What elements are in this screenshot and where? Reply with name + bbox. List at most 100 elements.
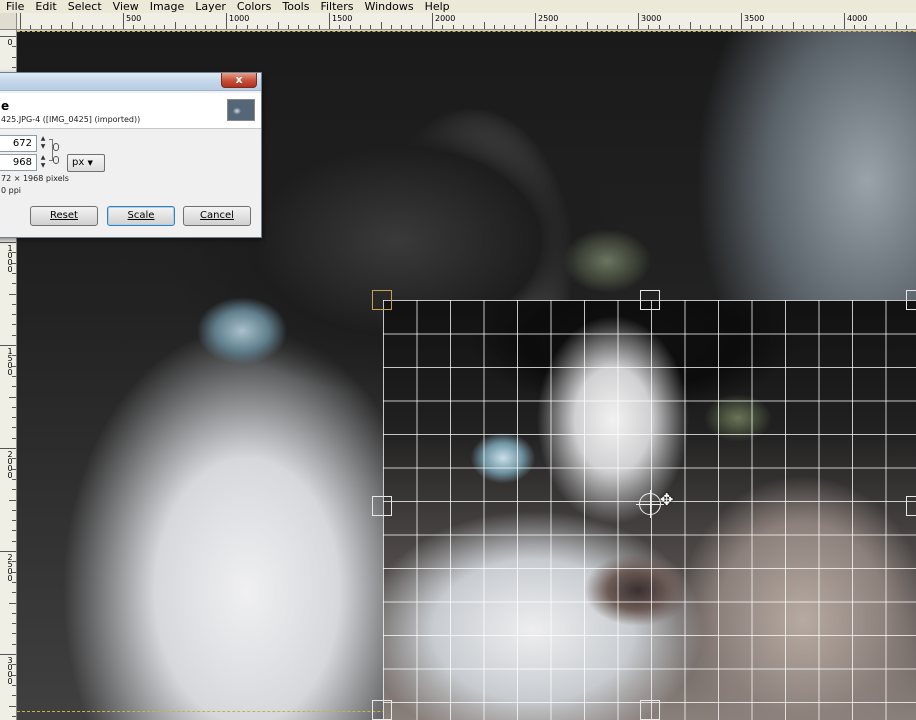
ruler-tick: [40, 25, 42, 29]
ruler-tick: [833, 25, 835, 29]
ruler-tick: [638, 13, 639, 29]
ruler-tick: [730, 25, 732, 29]
ruler-tick: [12, 427, 16, 429]
ruler-tick: [0, 448, 16, 449]
ruler-tick: [12, 386, 16, 388]
ruler-tick: [12, 530, 16, 532]
ruler-label: 2500: [7, 553, 13, 583]
ruler-tick: [12, 314, 16, 316]
ruler-tick: [12, 283, 16, 285]
dialog-titlebar[interactable]: x: [0, 73, 261, 91]
ruler-tick: [12, 623, 16, 625]
ruler-tick: [112, 25, 114, 29]
close-button[interactable]: x: [221, 73, 257, 88]
ruler-tick: [802, 25, 804, 29]
ruler-tick: [61, 25, 63, 29]
handle-top-right[interactable]: [906, 290, 916, 310]
spin-down-icon[interactable]: ▼: [39, 162, 47, 170]
ruler-tick: [298, 25, 300, 29]
menu-windows[interactable]: Windows: [358, 0, 418, 13]
ruler-tick: [226, 13, 227, 29]
spin-down-icon[interactable]: ▼: [39, 143, 47, 151]
ruler-tick: [586, 22, 588, 29]
handle-middle-right[interactable]: [906, 496, 916, 516]
ruler-label: 1000: [7, 244, 13, 274]
ruler-tick: [710, 25, 712, 29]
ruler-tick: [308, 25, 310, 29]
ruler-tick: [854, 25, 856, 29]
ruler-tick: [524, 25, 526, 29]
scale-button[interactable]: Scale: [107, 206, 175, 226]
ruler-tick: [339, 25, 341, 29]
menu-tools[interactable]: Tools: [276, 0, 314, 13]
chain-icon[interactable]: [53, 143, 59, 151]
ruler-label: 1000: [229, 14, 250, 23]
ruler-tick: [844, 13, 845, 29]
ruler-tick: [329, 13, 330, 29]
center-handle[interactable]: [636, 490, 664, 518]
ruler-tick: [215, 25, 217, 29]
handle-middle-left[interactable]: [372, 496, 392, 516]
spin-up-icon[interactable]: ▲: [39, 154, 47, 162]
ruler-tick: [555, 25, 557, 29]
handle-top-center[interactable]: [640, 290, 660, 310]
ruler-tick: [12, 581, 16, 583]
ruler-tick: [12, 406, 16, 408]
reset-button[interactable]: Reset: [30, 206, 98, 226]
chain-icon[interactable]: [53, 156, 59, 164]
ruler-tick: [12, 684, 16, 686]
height-input[interactable]: 968: [0, 154, 37, 171]
ruler-tick: [205, 25, 207, 29]
ruler-tick: [514, 25, 516, 29]
ruler-corner[interactable]: [0, 13, 17, 30]
height-spinner[interactable]: ▲ ▼: [39, 154, 47, 171]
reset-button-label: Reset: [50, 210, 78, 221]
menu-select[interactable]: Select: [62, 0, 107, 13]
cancel-button[interactable]: Cancel: [183, 206, 251, 226]
dialog-subtitle: 425.JPG-4 ([IMG_0425] (imported)): [1, 115, 141, 124]
ruler-tick: [658, 25, 660, 29]
ruler-tick: [0, 242, 16, 243]
menu-layer[interactable]: Layer: [189, 0, 231, 13]
width-spinner[interactable]: ▲ ▼: [39, 135, 47, 152]
ruler-tick: [720, 25, 722, 29]
ruler-tick: [277, 22, 279, 29]
ruler-tick: [92, 25, 94, 29]
ruler-tick: [0, 36, 16, 37]
handle-top-left[interactable]: [372, 290, 392, 310]
resolution-info: 0 ppi: [1, 186, 22, 195]
ruler-tick: [0, 551, 16, 552]
ruler-label: 2000: [435, 14, 456, 23]
spin-up-icon[interactable]: ▲: [39, 135, 47, 143]
ruler-tick: [432, 13, 433, 29]
handle-bottom-center[interactable]: [640, 700, 660, 720]
ruler-tick: [689, 22, 691, 29]
ruler-tick: [12, 478, 16, 480]
ruler-tick: [565, 25, 567, 29]
menu-image[interactable]: Image: [144, 0, 189, 13]
menu-view[interactable]: View: [107, 0, 144, 13]
ruler-tick: [12, 540, 16, 542]
menu-help[interactable]: Help: [419, 0, 455, 13]
unit-select[interactable]: px ▼: [67, 154, 105, 172]
ruler-tick: [20, 13, 21, 29]
horizontal-ruler[interactable]: 500 1000 1500 2000 2500 3000 3500 4000: [0, 13, 916, 30]
scale-dialog: x e 425.JPG-4 ([IMG_0425] (imported)) 67…: [0, 72, 262, 238]
ruler-tick: [102, 25, 104, 29]
ruler-tick: [390, 25, 392, 29]
ruler-tick: [12, 375, 16, 377]
menu-colors[interactable]: Colors: [231, 0, 276, 13]
ruler-tick: [885, 25, 887, 29]
ruler-tick: [741, 13, 742, 29]
ruler-tick: [504, 25, 506, 29]
ruler-tick: [370, 25, 372, 29]
ruler-tick: [349, 25, 351, 29]
handle-bottom-left[interactable]: [372, 700, 392, 720]
dialog-header: e 425.JPG-4 ([IMG_0425] (imported)): [0, 93, 261, 129]
menu-edit[interactable]: Edit: [29, 0, 61, 13]
ruler-label: 3500: [744, 14, 765, 23]
width-input[interactable]: 672: [0, 135, 37, 152]
menu-filters[interactable]: Filters: [314, 0, 358, 13]
ruler-tick: [12, 633, 16, 635]
menu-file[interactable]: File: [0, 0, 29, 13]
